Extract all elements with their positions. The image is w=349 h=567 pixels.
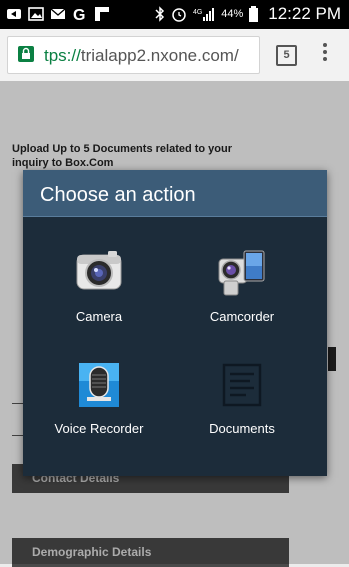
tab-switcher-button[interactable]: 5 [276, 45, 297, 66]
option-voice-recorder[interactable]: Voice Recorder [23, 361, 175, 471]
documents-icon [222, 363, 262, 407]
url-scheme: tps:// [44, 46, 81, 65]
bluetooth-icon [155, 6, 165, 22]
url-host: trialapp2.nxone.com/ [80, 46, 239, 65]
option-camera[interactable]: Camera [23, 249, 175, 359]
status-bar: G 4G 44% 12:22 PM [0, 0, 349, 29]
camcorder-icon [218, 250, 265, 296]
clock: 12:22 PM [268, 4, 341, 23]
option-label: Camcorder [209, 309, 275, 324]
camera-icon [76, 251, 122, 290]
lock-icon [18, 46, 34, 62]
dialog-title: Choose an action [40, 184, 196, 206]
back-arrow-icon [7, 9, 21, 19]
svg-text:4G: 4G [193, 9, 202, 16]
signal-icon: 4G [193, 8, 215, 21]
option-documents[interactable]: Documents [166, 361, 318, 471]
battery-percent: 44% [221, 8, 244, 20]
mail-icon [50, 8, 66, 19]
g-icon: G [73, 7, 85, 22]
dialog-header: Choose an action [23, 170, 327, 217]
option-label: Camera [75, 309, 123, 324]
voice-recorder-icon [79, 363, 119, 407]
browser-toolbar: tps://trialapp2.nxone.com/ 5 [0, 29, 349, 82]
url-text: tps://trialapp2.nxone.com/ [44, 46, 254, 66]
choose-action-dialog: Choose an action Camera Camcorder Voice … [23, 170, 327, 476]
battery-icon [249, 6, 259, 22]
address-bar[interactable]: tps://trialapp2.nxone.com/ [7, 36, 260, 74]
option-label: Voice Recorder [54, 421, 144, 436]
svg-text:G: G [73, 7, 85, 22]
alarm-icon [172, 8, 186, 22]
flipboard-icon [95, 7, 109, 21]
overflow-menu-icon[interactable] [320, 43, 330, 65]
option-camcorder[interactable]: Camcorder [166, 249, 318, 359]
image-icon [28, 7, 44, 21]
option-label: Documents [209, 421, 275, 436]
